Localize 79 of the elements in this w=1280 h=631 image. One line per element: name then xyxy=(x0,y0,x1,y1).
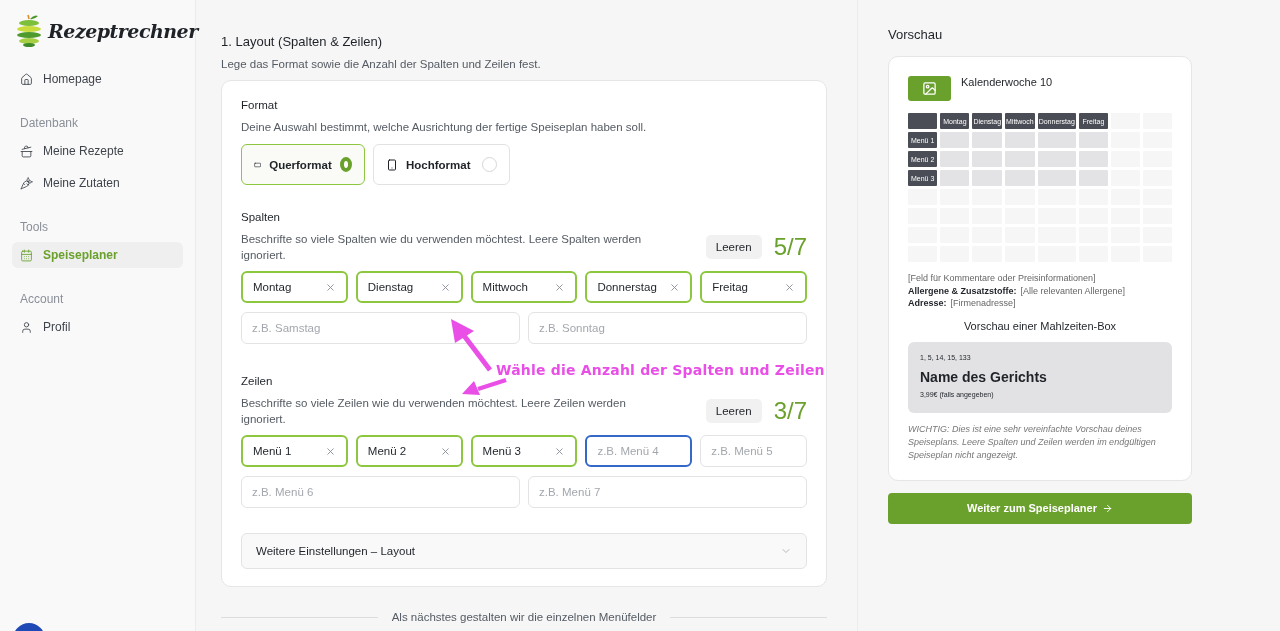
close-icon[interactable] xyxy=(554,445,566,457)
grid-cell xyxy=(1037,151,1076,167)
close-icon[interactable] xyxy=(324,281,336,293)
meal-box-heading: Vorschau einer Mahlzeiten-Box xyxy=(962,319,1118,332)
input-field[interactable]: Mittwoch xyxy=(470,271,578,303)
field-description: Beschrifte so viele Spalten wie du verwenden möchtest. Leere Spalten werden ignoriert. xyxy=(241,232,643,263)
radio-button[interactable] xyxy=(339,157,352,172)
image-icon xyxy=(922,81,937,96)
close-icon[interactable] xyxy=(784,281,795,293)
nav-item[interactable]: Meine Zutaten xyxy=(12,170,183,196)
brand-name: Rezeptrechner xyxy=(48,20,198,42)
close-icon[interactable] xyxy=(669,281,681,293)
nav-section-heading: Tools xyxy=(19,219,49,236)
grid-cell xyxy=(1005,132,1035,148)
nav-icon xyxy=(20,320,33,334)
grid-cell xyxy=(972,132,1003,148)
field-description: Beschrifte so viele Zeilen wie du verwenden möchtest. Leere Zeilen werden ignoriert. xyxy=(241,396,627,427)
next-step-text: Als nächstes gestalten wir die einzelnen Menüfelder xyxy=(391,611,657,623)
input-field[interactable]: Dienstag xyxy=(355,271,463,303)
nav-icon xyxy=(20,176,33,190)
annotation-arrow xyxy=(462,378,507,395)
address-label: Adresse: xyxy=(908,298,947,308)
portrait-icon xyxy=(386,158,398,171)
nav-icon xyxy=(20,248,33,262)
count-text: 5/7 xyxy=(773,233,807,261)
input-field[interactable]: Menü 1 xyxy=(241,435,348,467)
format-option[interactable]: Hochformat xyxy=(373,144,510,185)
nav-item[interactable]: Meine Rezepte xyxy=(12,138,183,164)
field-description: Deine Auswahl bestimmt, welche Ausrichtung der fertige Speiseplan haben soll. xyxy=(241,120,648,135)
preview-heading: Vorschau xyxy=(888,27,944,42)
nav-section-heading: Account xyxy=(19,291,65,308)
grid-cell xyxy=(940,170,970,186)
input-field[interactable]: Menü 3 xyxy=(470,435,578,467)
preview-note: WICHTIG: Dies ist eine sehr vereinfachte Vorschau deines Speiseplans. Leere Spalten und Zeilen werden im endgültigen Speiseplan nicht angezeigt. xyxy=(908,422,1157,462)
grid-cell xyxy=(1078,132,1108,148)
grid-cell xyxy=(1005,170,1035,186)
accordion-header[interactable]: Weitere Einstellungen – Layout xyxy=(241,533,807,569)
close-icon[interactable] xyxy=(439,445,451,457)
grid-cell xyxy=(1037,170,1076,186)
annotation-arrow xyxy=(451,319,492,372)
address-value: [Firmenadresse] xyxy=(950,298,1016,308)
field-label: Zeilen xyxy=(241,375,273,387)
input-field[interactable]: Freitag xyxy=(700,271,807,303)
grid-cell xyxy=(908,113,938,129)
apple-logo-icon xyxy=(16,14,42,48)
grid-cell xyxy=(972,151,1003,167)
clear-button[interactable]: Leeren xyxy=(705,399,762,423)
nav-item[interactable]: Profil xyxy=(12,314,183,340)
close-icon[interactable] xyxy=(324,445,336,457)
field-label: Format xyxy=(241,99,278,111)
input-field[interactable]: Montag xyxy=(241,271,348,303)
grid-cell xyxy=(1078,170,1108,186)
preview-title: Kalenderwoche 10 xyxy=(961,76,1053,88)
input-field[interactable]: Donnerstag xyxy=(585,271,693,303)
section-subtitle: Lege das Format sowie die Anzahl der Spalten und Zeilen fest. xyxy=(221,58,542,70)
allergens-value: [Alle relevanten Allergene] xyxy=(1020,285,1126,296)
section-title: 1. Layout (Spalten & Zeilen) xyxy=(221,34,384,49)
comment-field: [Feld für Kommentare oder Preisinformationen] xyxy=(908,272,1172,285)
arrow-right-icon xyxy=(1102,502,1113,514)
field-label: Spalten xyxy=(241,211,280,223)
nav-icon xyxy=(20,144,33,158)
grid-cell xyxy=(940,132,970,148)
grid-cell xyxy=(972,170,1003,186)
close-icon[interactable] xyxy=(554,281,566,293)
clear-button[interactable]: Leeren xyxy=(705,235,762,259)
grid-cell xyxy=(1037,132,1076,148)
format-option[interactable]: Querformat xyxy=(241,144,365,185)
allergens-label: Allergene & Zusatzstoffe: xyxy=(908,285,1017,296)
nav-icon xyxy=(20,72,33,86)
count-text: 3/7 xyxy=(773,397,807,425)
nav-item[interactable]: Homepage xyxy=(12,66,183,92)
grid-cell xyxy=(1078,151,1108,167)
grid-cell xyxy=(1005,151,1035,167)
dish-name: Name des Gerichts xyxy=(920,368,1048,385)
nav-section-heading: Datenbank xyxy=(19,115,80,132)
annotation-text: Wähle die Anzahl der Spalten und Zeilen xyxy=(496,362,825,378)
close-icon[interactable] xyxy=(439,281,451,293)
grid-cell xyxy=(940,151,970,167)
input-field[interactable]: Menü 2 xyxy=(355,435,463,467)
